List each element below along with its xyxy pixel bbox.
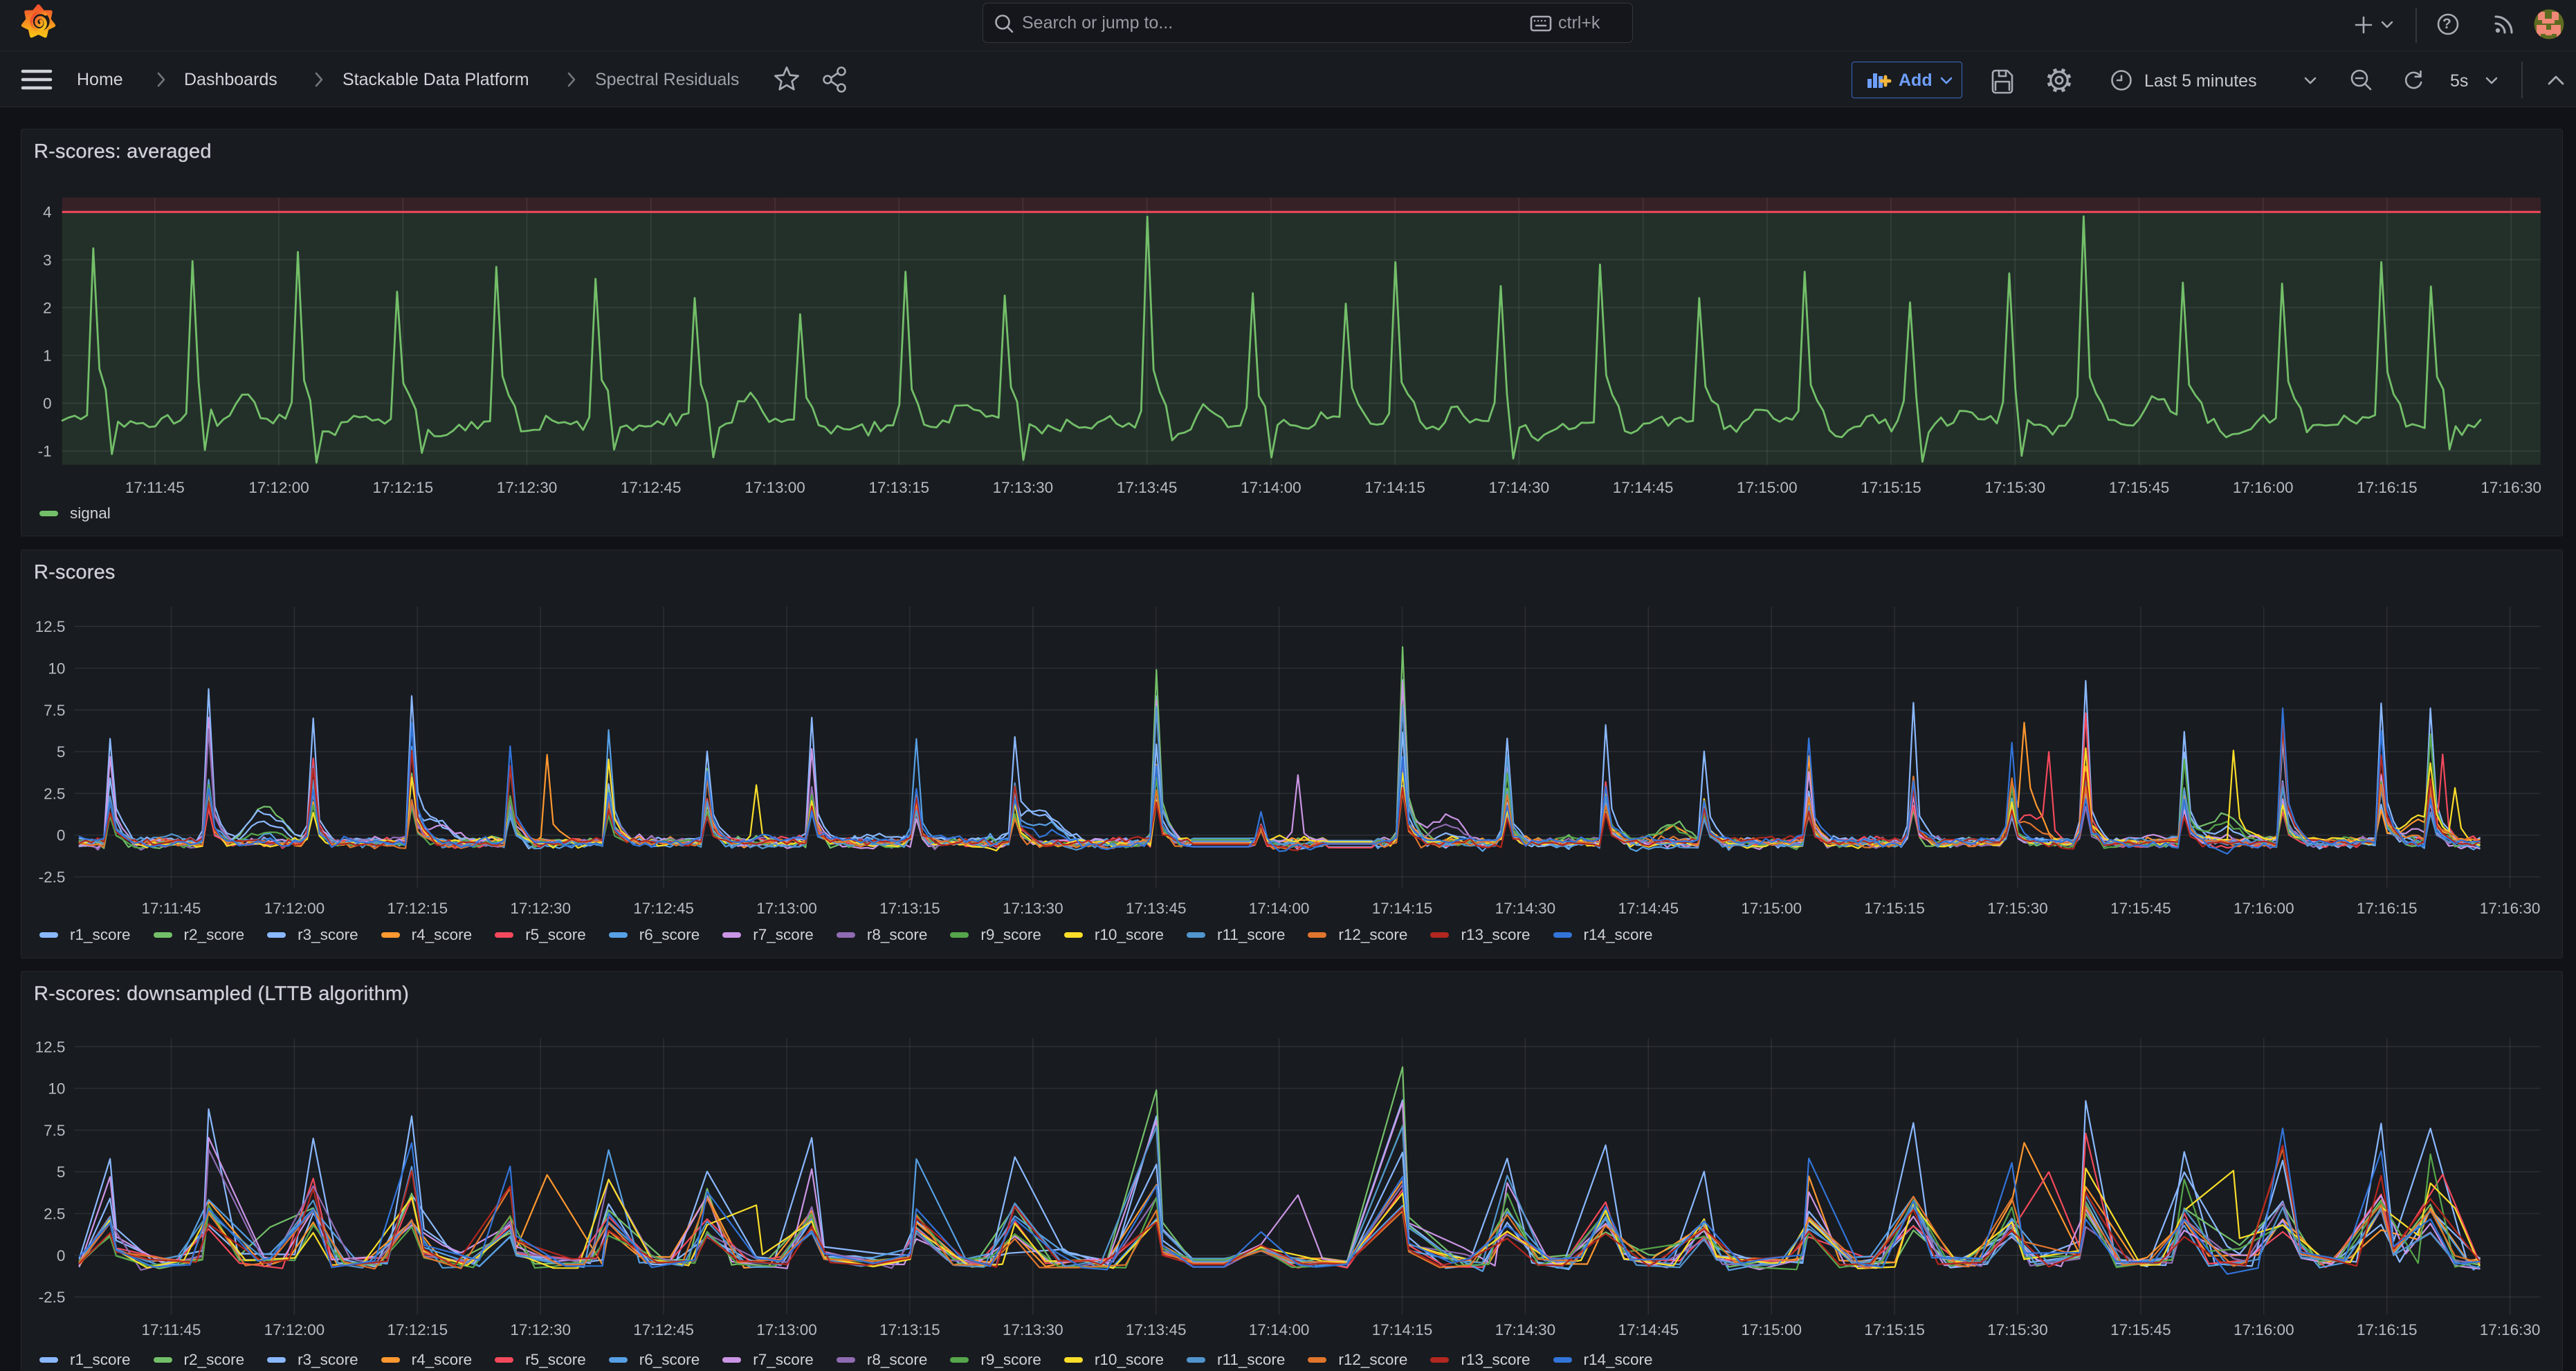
svg-text:17:14:45: 17:14:45 bbox=[1613, 479, 1674, 496]
svg-text:-2.5: -2.5 bbox=[39, 869, 66, 886]
svg-text:17:12:30: 17:12:30 bbox=[510, 900, 571, 917]
svg-text:17:14:45: 17:14:45 bbox=[1618, 900, 1679, 917]
svg-text:10: 10 bbox=[48, 660, 65, 678]
svg-text:17:13:30: 17:13:30 bbox=[1003, 900, 1063, 917]
svg-text:17:11:45: 17:11:45 bbox=[142, 900, 201, 917]
svg-text:2: 2 bbox=[43, 299, 52, 316]
svg-text:17:12:30: 17:12:30 bbox=[497, 479, 558, 496]
svg-text:17:15:15: 17:15:15 bbox=[1864, 1321, 1925, 1338]
svg-text:0: 0 bbox=[43, 394, 52, 412]
svg-text:1: 1 bbox=[43, 347, 52, 364]
svg-text:4: 4 bbox=[43, 203, 52, 221]
svg-text:17:15:45: 17:15:45 bbox=[2110, 900, 2171, 917]
svg-text:17:13:30: 17:13:30 bbox=[1003, 1321, 1063, 1338]
svg-text:17:16:15: 17:16:15 bbox=[2357, 1321, 2418, 1338]
svg-text:17:11:45: 17:11:45 bbox=[142, 1321, 201, 1338]
svg-text:17:12:45: 17:12:45 bbox=[633, 1321, 694, 1338]
svg-text:17:15:00: 17:15:00 bbox=[1741, 1321, 1802, 1338]
svg-text:-2.5: -2.5 bbox=[39, 1289, 66, 1306]
svg-text:17:12:15: 17:12:15 bbox=[373, 479, 434, 496]
svg-text:17:14:15: 17:14:15 bbox=[1364, 479, 1425, 496]
svg-text:17:15:15: 17:15:15 bbox=[1861, 479, 1921, 496]
svg-text:2.5: 2.5 bbox=[44, 1206, 65, 1223]
svg-text:17:13:15: 17:13:15 bbox=[879, 900, 940, 917]
svg-text:17:14:00: 17:14:00 bbox=[1241, 479, 1301, 496]
svg-text:17:12:00: 17:12:00 bbox=[264, 900, 325, 917]
svg-text:17:16:00: 17:16:00 bbox=[2234, 900, 2294, 917]
svg-text:17:14:30: 17:14:30 bbox=[1495, 1321, 1556, 1338]
svg-text:17:15:15: 17:15:15 bbox=[1864, 900, 1925, 917]
svg-text:17:16:15: 17:16:15 bbox=[2357, 900, 2418, 917]
svg-text:17:14:15: 17:14:15 bbox=[1372, 900, 1433, 917]
svg-text:17:14:00: 17:14:00 bbox=[1249, 1321, 1310, 1338]
svg-text:17:15:30: 17:15:30 bbox=[1987, 1321, 2048, 1338]
svg-text:17:12:45: 17:12:45 bbox=[633, 900, 694, 917]
svg-text:17:12:45: 17:12:45 bbox=[621, 479, 682, 496]
svg-text:17:14:30: 17:14:30 bbox=[1489, 479, 1550, 496]
svg-text:17:11:45: 17:11:45 bbox=[125, 479, 185, 496]
svg-text:17:15:45: 17:15:45 bbox=[2110, 1321, 2171, 1338]
svg-text:17:13:00: 17:13:00 bbox=[745, 479, 805, 496]
svg-text:17:12:30: 17:12:30 bbox=[510, 1321, 571, 1338]
svg-text:17:13:45: 17:13:45 bbox=[1126, 1321, 1187, 1338]
svg-text:2.5: 2.5 bbox=[44, 785, 65, 802]
svg-text:17:14:45: 17:14:45 bbox=[1618, 1321, 1679, 1338]
svg-text:17:15:00: 17:15:00 bbox=[1741, 900, 1802, 917]
svg-text:7.5: 7.5 bbox=[44, 702, 65, 719]
svg-text:17:14:30: 17:14:30 bbox=[1495, 900, 1556, 917]
svg-text:7.5: 7.5 bbox=[44, 1122, 65, 1139]
svg-text:17:12:00: 17:12:00 bbox=[264, 1321, 325, 1338]
svg-text:10: 10 bbox=[48, 1080, 65, 1098]
svg-text:17:14:00: 17:14:00 bbox=[1249, 900, 1310, 917]
svg-text:17:13:45: 17:13:45 bbox=[1117, 479, 1178, 496]
svg-text:0: 0 bbox=[57, 1247, 66, 1264]
svg-text:17:16:30: 17:16:30 bbox=[2480, 1321, 2541, 1338]
svg-text:17:13:15: 17:13:15 bbox=[868, 479, 929, 496]
svg-text:17:16:30: 17:16:30 bbox=[2481, 479, 2541, 496]
svg-text:17:16:00: 17:16:00 bbox=[2233, 479, 2294, 496]
svg-text:17:13:45: 17:13:45 bbox=[1126, 900, 1187, 917]
svg-text:17:16:30: 17:16:30 bbox=[2480, 900, 2541, 917]
svg-text:17:15:00: 17:15:00 bbox=[1737, 479, 1798, 496]
svg-text:17:15:30: 17:15:30 bbox=[1984, 479, 2045, 496]
svg-text:17:16:00: 17:16:00 bbox=[2234, 1321, 2294, 1338]
svg-text:12.5: 12.5 bbox=[35, 1038, 66, 1055]
svg-text:0: 0 bbox=[57, 827, 66, 844]
svg-text:17:15:30: 17:15:30 bbox=[1987, 900, 2048, 917]
svg-text:3: 3 bbox=[43, 251, 52, 269]
svg-text:12.5: 12.5 bbox=[35, 618, 66, 635]
svg-text:-1: -1 bbox=[38, 442, 52, 460]
svg-text:17:12:15: 17:12:15 bbox=[387, 900, 448, 917]
svg-text:17:16:15: 17:16:15 bbox=[2357, 479, 2418, 496]
svg-text:17:13:30: 17:13:30 bbox=[993, 479, 1054, 496]
svg-text:17:15:45: 17:15:45 bbox=[2109, 479, 2170, 496]
svg-text:5: 5 bbox=[57, 1163, 66, 1181]
svg-text:17:12:00: 17:12:00 bbox=[248, 479, 309, 496]
svg-text:17:12:15: 17:12:15 bbox=[387, 1321, 448, 1338]
svg-text:17:13:00: 17:13:00 bbox=[756, 900, 817, 917]
svg-text:17:14:15: 17:14:15 bbox=[1372, 1321, 1433, 1338]
svg-text:17:13:00: 17:13:00 bbox=[756, 1321, 817, 1338]
svg-text:5: 5 bbox=[57, 743, 66, 761]
svg-text:17:13:15: 17:13:15 bbox=[879, 1321, 940, 1338]
